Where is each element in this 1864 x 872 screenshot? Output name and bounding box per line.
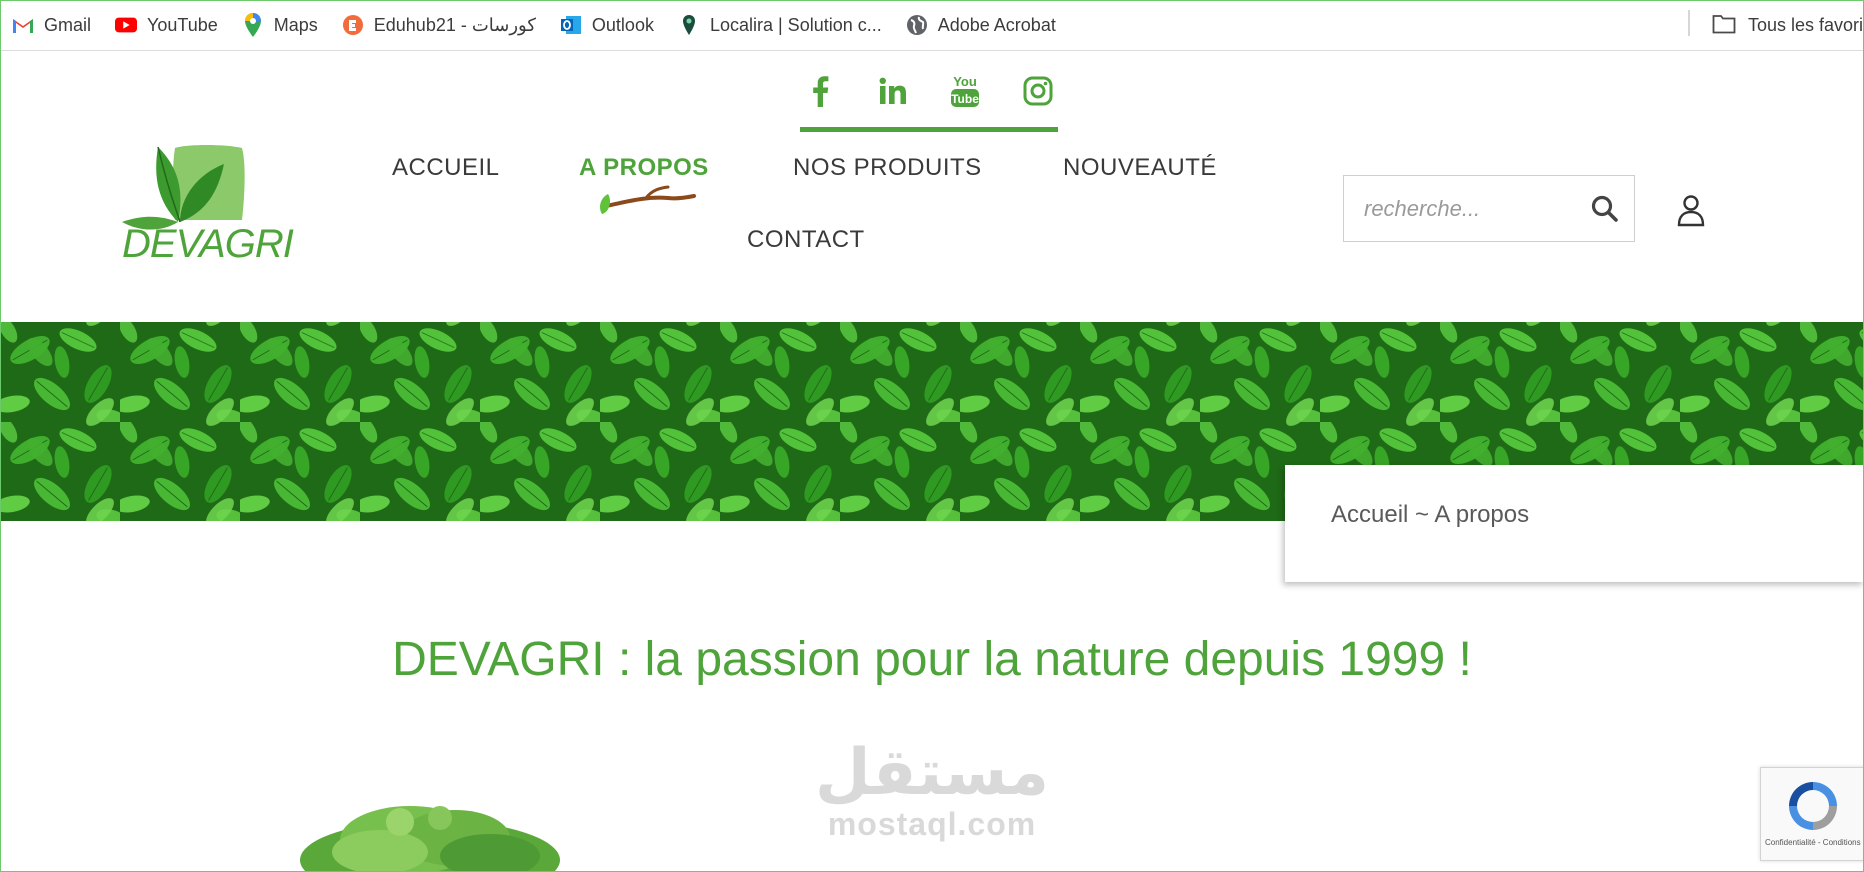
bookmark-label: Outlook bbox=[591, 14, 654, 35]
user-account-icon[interactable] bbox=[1673, 192, 1709, 228]
bookmark-gmail[interactable]: Gmail bbox=[0, 0, 103, 50]
page-title: DEVAGRI : la passion pour la nature depu… bbox=[392, 633, 1472, 686]
watermark-arabic: مستقل bbox=[814, 736, 1050, 810]
nav-item-contact[interactable]: CONTACT bbox=[747, 226, 865, 254]
leaf-logo-icon bbox=[122, 145, 245, 230]
linkedin-icon[interactable] bbox=[873, 71, 913, 111]
gmail-icon bbox=[12, 14, 34, 36]
bookmark-maps[interactable]: Maps bbox=[230, 0, 330, 50]
bookmarks-separator bbox=[1688, 10, 1690, 36]
breadcrumb: Accueil ~ A propos bbox=[1331, 501, 1530, 528]
instagram-icon[interactable] bbox=[1018, 71, 1058, 111]
bookmark-adobe-acrobat[interactable]: Adobe Acrobat bbox=[894, 0, 1068, 50]
watermark-latin: mostaql.com bbox=[827, 806, 1037, 842]
bookmark-label: Eduhub21 - كورسات bbox=[373, 14, 536, 35]
maps-icon bbox=[242, 13, 264, 37]
bookmark-eduhub[interactable]: Eduhub21 - كورسات bbox=[330, 0, 548, 50]
bookmark-outlook[interactable]: Outlook bbox=[548, 0, 666, 50]
search-input[interactable] bbox=[1344, 176, 1574, 241]
recaptcha-text: Confidentialité - Conditions bbox=[1765, 838, 1861, 847]
nav-item-nos-produits[interactable]: NOS PRODUITS bbox=[793, 154, 982, 182]
bookmark-label: Maps bbox=[273, 14, 318, 35]
youtube-icon[interactable]: You Tube bbox=[945, 71, 985, 111]
localira-icon bbox=[678, 14, 700, 36]
search-icon[interactable] bbox=[1590, 194, 1620, 224]
social-links: You Tube bbox=[800, 70, 1058, 112]
facebook-icon[interactable] bbox=[800, 71, 840, 111]
recaptcha-badge[interactable]: Confidentialité - Conditions bbox=[1760, 767, 1864, 861]
bookmark-label: Localira | Solution c... bbox=[709, 14, 882, 35]
nav-item-a-propos[interactable]: A PROPOS bbox=[579, 154, 709, 182]
bookmark-localira[interactable]: Localira | Solution c... bbox=[666, 0, 894, 50]
logo[interactable]: DEVAGRI bbox=[118, 142, 294, 270]
watermark: مستقل mostaql.com bbox=[812, 740, 1052, 860]
globe-icon bbox=[906, 14, 928, 36]
branch-icon bbox=[600, 185, 696, 214]
bookmark-label: YouTube bbox=[147, 14, 218, 35]
bookmark-youtube[interactable]: YouTube bbox=[103, 0, 230, 50]
tree-image bbox=[300, 806, 560, 872]
svg-text:Tube: Tube bbox=[951, 92, 979, 106]
nav-item-accueil[interactable]: ACCUEIL bbox=[392, 154, 500, 182]
search-box bbox=[1343, 175, 1635, 242]
social-underline bbox=[800, 127, 1058, 132]
eduhub-icon bbox=[342, 14, 364, 36]
all-bookmarks-label: Tous les favori bbox=[1748, 14, 1864, 35]
youtube-icon bbox=[115, 14, 138, 36]
outlook-icon bbox=[560, 14, 582, 36]
folder-icon bbox=[1712, 14, 1738, 36]
bookmark-label: Gmail bbox=[44, 14, 92, 35]
recaptcha-icon bbox=[1789, 782, 1837, 830]
all-bookmarks-folder[interactable]: Tous les favori bbox=[1712, 0, 1863, 50]
logo-text: DEVAGRI bbox=[122, 222, 294, 266]
breadcrumb-box: Accueil ~ A propos bbox=[1285, 465, 1864, 582]
bookmarks-bar: Gmail YouTube Maps Eduhub21 - كورسات Out… bbox=[0, 0, 1864, 51]
nav-item-nouveaute[interactable]: NOUVEAUTÉ bbox=[1063, 154, 1217, 182]
svg-text:You: You bbox=[954, 74, 978, 89]
bookmark-label: Adobe Acrobat bbox=[937, 14, 1056, 35]
